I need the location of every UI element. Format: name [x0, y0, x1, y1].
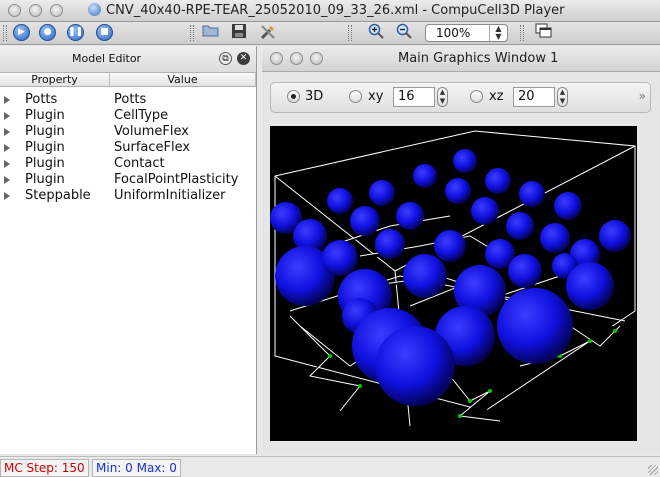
xz-stepper[interactable]: ▲ ▼ — [557, 87, 568, 107]
radio-3d-label: 3D — [305, 89, 324, 104]
toolbar-grip[interactable] — [520, 25, 524, 41]
property-cell: Steppable — [25, 188, 91, 203]
value-cell: SurfaceFlex — [114, 140, 191, 155]
close-window-button[interactable] — [8, 4, 21, 17]
stop-icon[interactable]: ■ — [96, 24, 113, 41]
radio-3d[interactable] — [287, 90, 300, 103]
list-item[interactable]: Plugin FocalPointPlasticity — [0, 172, 256, 188]
more-chevron-icon[interactable]: » — [639, 89, 646, 103]
zoom-select[interactable]: 100% ▲ ▼ — [425, 24, 508, 42]
open-folder-icon[interactable] — [201, 23, 221, 43]
zoom-in-icon[interactable] — [366, 23, 386, 43]
graphics-window-title: Main Graphics Window 1 — [398, 51, 559, 66]
pause-icon[interactable]: ❚❚ — [67, 24, 84, 41]
undock-icon[interactable]: ⧉ — [219, 52, 232, 65]
zoom-out-icon[interactable] — [394, 23, 414, 43]
play-icon[interactable]: ▶ — [13, 24, 30, 41]
updown-arrows-icon: ▲ ▼ — [489, 25, 507, 41]
disclosure-triangle-icon[interactable] — [4, 160, 10, 168]
toolbar-grip[interactable] — [348, 25, 352, 41]
resize-grip-icon[interactable] — [648, 465, 658, 475]
status-bar: MC Step: 150 Min: 0 Max: 0 — [0, 456, 660, 477]
value-cell: Potts — [114, 92, 147, 107]
tools-icon[interactable] — [258, 23, 278, 43]
property-cell: Plugin — [25, 172, 65, 187]
model-editor-panel: Model Editor ⧉ ✕ Property Value Potts Pot… — [0, 46, 257, 454]
property-cell: Plugin — [25, 140, 65, 155]
graphics-window: Main Graphics Window 1 3D xy 16 ▲ ▼ xz 20… — [262, 46, 660, 454]
document-icon — [88, 3, 101, 16]
radio-xy[interactable] — [349, 90, 362, 103]
list-item[interactable]: Plugin Contact — [0, 156, 256, 172]
min-max-status: Min: 0 Max: 0 — [92, 459, 181, 477]
property-cell: Plugin — [25, 108, 65, 123]
main-toolbar: ▶ ● ❚❚ ■ 100% ▲ ▼ — [0, 22, 660, 45]
graphics-minimize-button[interactable] — [290, 52, 303, 65]
3d-render-view[interactable] — [270, 126, 637, 441]
toolbar-grip[interactable] — [190, 25, 194, 41]
simulation-render — [270, 130, 636, 427]
property-cell: Plugin — [25, 156, 65, 171]
value-cell: FocalPointPlasticity — [114, 172, 239, 187]
disclosure-triangle-icon[interactable] — [4, 112, 10, 120]
disclosure-triangle-icon[interactable] — [4, 192, 10, 200]
column-header-property[interactable]: Property — [0, 73, 110, 87]
graphics-window-titlebar: Main Graphics Window 1 — [262, 46, 660, 72]
radio-xz[interactable] — [470, 90, 483, 103]
window-titlebar: CNV_40x40-RPE-TEAR_25052010_09_33_26.xml… — [0, 0, 660, 22]
disclosure-triangle-icon[interactable] — [4, 96, 10, 104]
zoom-value: 100% — [436, 26, 471, 40]
value-cell: UniformInitializer — [114, 188, 226, 203]
save-icon[interactable] — [229, 23, 249, 43]
xy-slice-input[interactable]: 16 — [393, 87, 435, 107]
column-header-value[interactable]: Value — [110, 73, 256, 87]
cells — [270, 149, 631, 406]
window-title-text: CNV_40x40-RPE-TEAR_25052010_09_33_26.xml… — [106, 3, 565, 18]
close-icon[interactable]: ✕ — [237, 52, 250, 65]
zoom-window-button[interactable] — [50, 4, 63, 17]
window-title: CNV_40x40-RPE-TEAR_25052010_09_33_26.xml… — [88, 3, 565, 18]
xy-stepper[interactable]: ▲ ▼ — [437, 87, 448, 107]
disclosure-triangle-icon[interactable] — [4, 128, 10, 136]
property-cell: Potts — [25, 92, 58, 107]
value-cell: Contact — [114, 156, 165, 171]
value-cell: VolumeFlex — [114, 124, 189, 139]
model-editor-title: Model Editor — [72, 52, 142, 65]
disclosure-triangle-icon[interactable] — [4, 176, 10, 184]
model-editor-header: Model Editor ⧉ ✕ — [0, 46, 256, 73]
graphics-maximize-button[interactable] — [310, 52, 323, 65]
disclosure-triangle-icon[interactable] — [4, 144, 10, 152]
list-item[interactable]: Plugin VolumeFlex — [0, 124, 256, 140]
list-item[interactable]: Plugin CellType — [0, 108, 256, 124]
graphics-close-button[interactable] — [270, 52, 283, 65]
list-item[interactable]: Plugin SurfaceFlex — [0, 140, 256, 156]
value-cell: CellType — [114, 108, 169, 123]
radio-xz-label: xz — [489, 89, 504, 104]
minimize-window-button[interactable] — [29, 4, 42, 17]
mc-step-status: MC Step: 150 — [0, 459, 89, 477]
step-icon[interactable]: ● — [39, 24, 56, 41]
xz-slice-input[interactable]: 20 — [513, 87, 555, 107]
property-cell: Plugin — [25, 124, 65, 139]
windows-layout-icon[interactable] — [534, 23, 554, 43]
radio-xy-label: xy — [368, 89, 384, 104]
toolbar-grip[interactable] — [3, 25, 7, 41]
list-item[interactable]: Steppable UniformInitializer — [0, 188, 256, 204]
list-item[interactable]: Potts Potts — [0, 92, 256, 108]
view-mode-bar: 3D xy 16 ▲ ▼ xz 20 ▲ ▼ » — [270, 82, 651, 113]
